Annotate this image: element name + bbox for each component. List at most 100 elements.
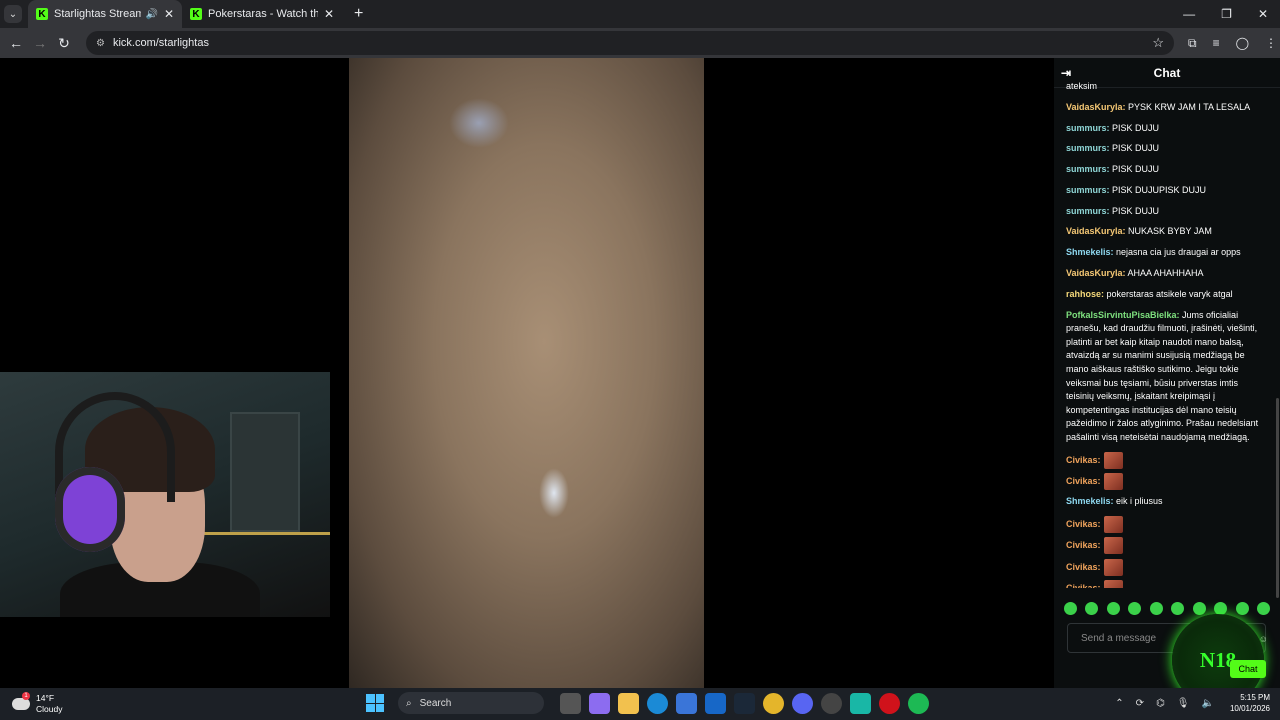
site-info-icon[interactable]: ⚙ — [96, 38, 105, 49]
taskbar-apps: ⌕ Search — [366, 692, 929, 714]
chat-username[interactable]: Civikas: — [1066, 519, 1101, 529]
address-bar-row: ← → ↻ ⚙ kick.com/starlightas ☆ ⧉ ≡ ◯ ⋮ — [0, 28, 1280, 58]
edge-icon[interactable] — [647, 692, 668, 714]
chat-username[interactable]: Civikas: — [1066, 476, 1101, 486]
chevron-up-icon[interactable]: ⌃ — [1115, 698, 1123, 709]
tab-search-button[interactable]: ⌄ — [4, 5, 22, 23]
stream-video[interactable] — [349, 58, 704, 688]
app-icon[interactable] — [821, 692, 842, 714]
forward-icon[interactable]: → — [28, 35, 52, 51]
close-tab-icon[interactable]: ✕ — [324, 7, 334, 21]
emote-image[interactable] — [1103, 451, 1123, 469]
chat-username[interactable]: summurs: — [1066, 164, 1110, 174]
time: 5:15 PM — [1240, 693, 1270, 702]
copilot-icon[interactable] — [589, 692, 610, 714]
chat-username[interactable]: rahhose: — [1066, 289, 1104, 299]
media-control-icon[interactable]: ≡ — [1213, 36, 1220, 51]
chat-username[interactable]: PofkalsSirvintuPisaBielka: — [1066, 310, 1180, 320]
chat-message: Civikas: — [1066, 558, 1268, 576]
close-tab-icon[interactable]: ✕ — [164, 7, 174, 21]
chat-username[interactable]: Civikas: — [1066, 455, 1101, 465]
task-view-icon[interactable] — [560, 692, 581, 714]
clock[interactable]: 5:15 PM 10/01/2026 — [1230, 692, 1270, 714]
back-icon[interactable]: ← — [4, 35, 28, 51]
chrome-icon[interactable] — [763, 692, 784, 714]
emote-image[interactable] — [1103, 515, 1123, 533]
chat-send-button[interactable]: Chat — [1230, 660, 1266, 678]
emote-image[interactable] — [1103, 473, 1123, 491]
speaker-icon[interactable]: 🔊 — [145, 9, 157, 20]
tab-starlightas[interactable]: K Starlightas Stream - Watch 🔊 ✕ — [28, 0, 182, 28]
opera-icon[interactable] — [879, 692, 900, 714]
chat-message: summurs: PISK DUJU — [1066, 163, 1268, 177]
profile-icon[interactable]: ◯ — [1236, 36, 1249, 51]
emote-icon[interactable] — [1235, 602, 1249, 615]
chat-text: PISK DUJUPISK DUJU — [1109, 184, 1207, 195]
emote-icon[interactable] — [1106, 602, 1120, 615]
chat-username[interactable]: Civikas: — [1066, 540, 1101, 550]
emote-icon[interactable] — [1256, 602, 1270, 615]
chat-username[interactable]: VaidasKuryla: — [1066, 102, 1126, 112]
steam-icon[interactable] — [734, 692, 755, 714]
chat-username[interactable]: summurs: — [1066, 143, 1110, 153]
extensions-icon[interactable]: ⧉ — [1188, 36, 1197, 51]
emote-icon[interactable] — [1064, 602, 1077, 615]
search-label: Search — [419, 697, 452, 709]
outlook-icon[interactable] — [705, 692, 726, 714]
tab-title: Starlightas Stream - Watch — [54, 8, 142, 20]
spotify-icon[interactable] — [908, 692, 929, 714]
emote-image[interactable] — [1103, 537, 1123, 555]
chat-scrollbar[interactable] — [1276, 398, 1279, 598]
sync-icon[interactable]: ⟳ — [1136, 698, 1144, 709]
chat-message: ateksim — [1066, 80, 1268, 94]
menu-icon[interactable]: ⋮ — [1265, 36, 1277, 51]
emote-icon[interactable] — [1192, 602, 1206, 615]
collapse-chat-icon[interactable]: ⇥ — [1061, 66, 1071, 80]
chat-username[interactable]: VaidasKuryla: — [1066, 268, 1126, 278]
weather-temp: 14°F — [36, 693, 55, 703]
chat-text: nejasna cia jus draugai ar opps — [1113, 247, 1241, 258]
chat-username[interactable]: Civikas: — [1066, 583, 1101, 588]
chat-text: PISK DUJU — [1109, 164, 1160, 175]
minimize-icon[interactable]: — — [1183, 7, 1195, 21]
taskbar-search[interactable]: ⌕ Search — [398, 692, 544, 714]
store-icon[interactable] — [676, 692, 697, 714]
chat-username[interactable]: summurs: — [1066, 206, 1110, 216]
chat-username[interactable]: Shmekelis: — [1066, 496, 1114, 506]
quick-emote-bar — [1064, 602, 1270, 615]
volume-icon[interactable]: 🔈 — [1202, 698, 1214, 709]
chat-message: Civikas: — [1066, 515, 1268, 533]
browser-tab-bar: ⌄ K Starlightas Stream - Watch 🔊 ✕ K Pok… — [0, 0, 1280, 28]
microphone-icon[interactable]: 🎙 — [1177, 698, 1190, 709]
new-tab-button[interactable]: + — [354, 5, 363, 23]
network-icon[interactable]: ⌬ — [1156, 698, 1165, 709]
url-field[interactable]: ⚙ kick.com/starlightas ☆ — [86, 31, 1174, 55]
discord-icon[interactable] — [792, 692, 813, 714]
chat-message: PofkalsSirvintuPisaBielka: Jums oficiali… — [1066, 309, 1268, 445]
bookmark-star-icon[interactable]: ☆ — [1152, 35, 1164, 51]
chat-username[interactable]: summurs: — [1066, 123, 1110, 133]
chat-username[interactable]: summurs: — [1066, 185, 1110, 195]
tab-title: Pokerstaras - Watch the VOD o — [208, 8, 318, 20]
tab-pokerstaras[interactable]: K Pokerstaras - Watch the VOD o ✕ — [182, 0, 342, 28]
reload-icon[interactable]: ↻ — [52, 35, 76, 52]
emote-icon[interactable] — [1085, 602, 1099, 615]
notification-badge: 1 — [22, 692, 30, 700]
emote-image[interactable] — [1103, 558, 1123, 576]
emote-icon[interactable] — [1128, 602, 1142, 615]
cloud-icon: 1 — [12, 692, 30, 710]
emote-icon[interactable] — [1149, 602, 1163, 615]
emote-image[interactable] — [1103, 580, 1123, 588]
file-explorer-icon[interactable] — [618, 692, 639, 714]
weather-widget[interactable]: 1 14°F Cloudy — [12, 692, 62, 715]
chat-username[interactable]: Shmekelis: — [1066, 247, 1114, 257]
close-window-icon[interactable]: ✕ — [1258, 7, 1268, 21]
window-controls: — ❐ ✕ — [1183, 7, 1280, 21]
chat-username[interactable]: Civikas: — [1066, 562, 1101, 572]
start-icon[interactable] — [366, 694, 384, 712]
emote-icon[interactable] — [1171, 602, 1185, 615]
chat-username[interactable]: VaidasKuryla: — [1066, 226, 1126, 236]
chat-message: rahhose: pokerstaras atsikele varyk atga… — [1066, 288, 1268, 302]
app-icon[interactable] — [850, 692, 871, 714]
restore-icon[interactable]: ❐ — [1221, 7, 1232, 21]
